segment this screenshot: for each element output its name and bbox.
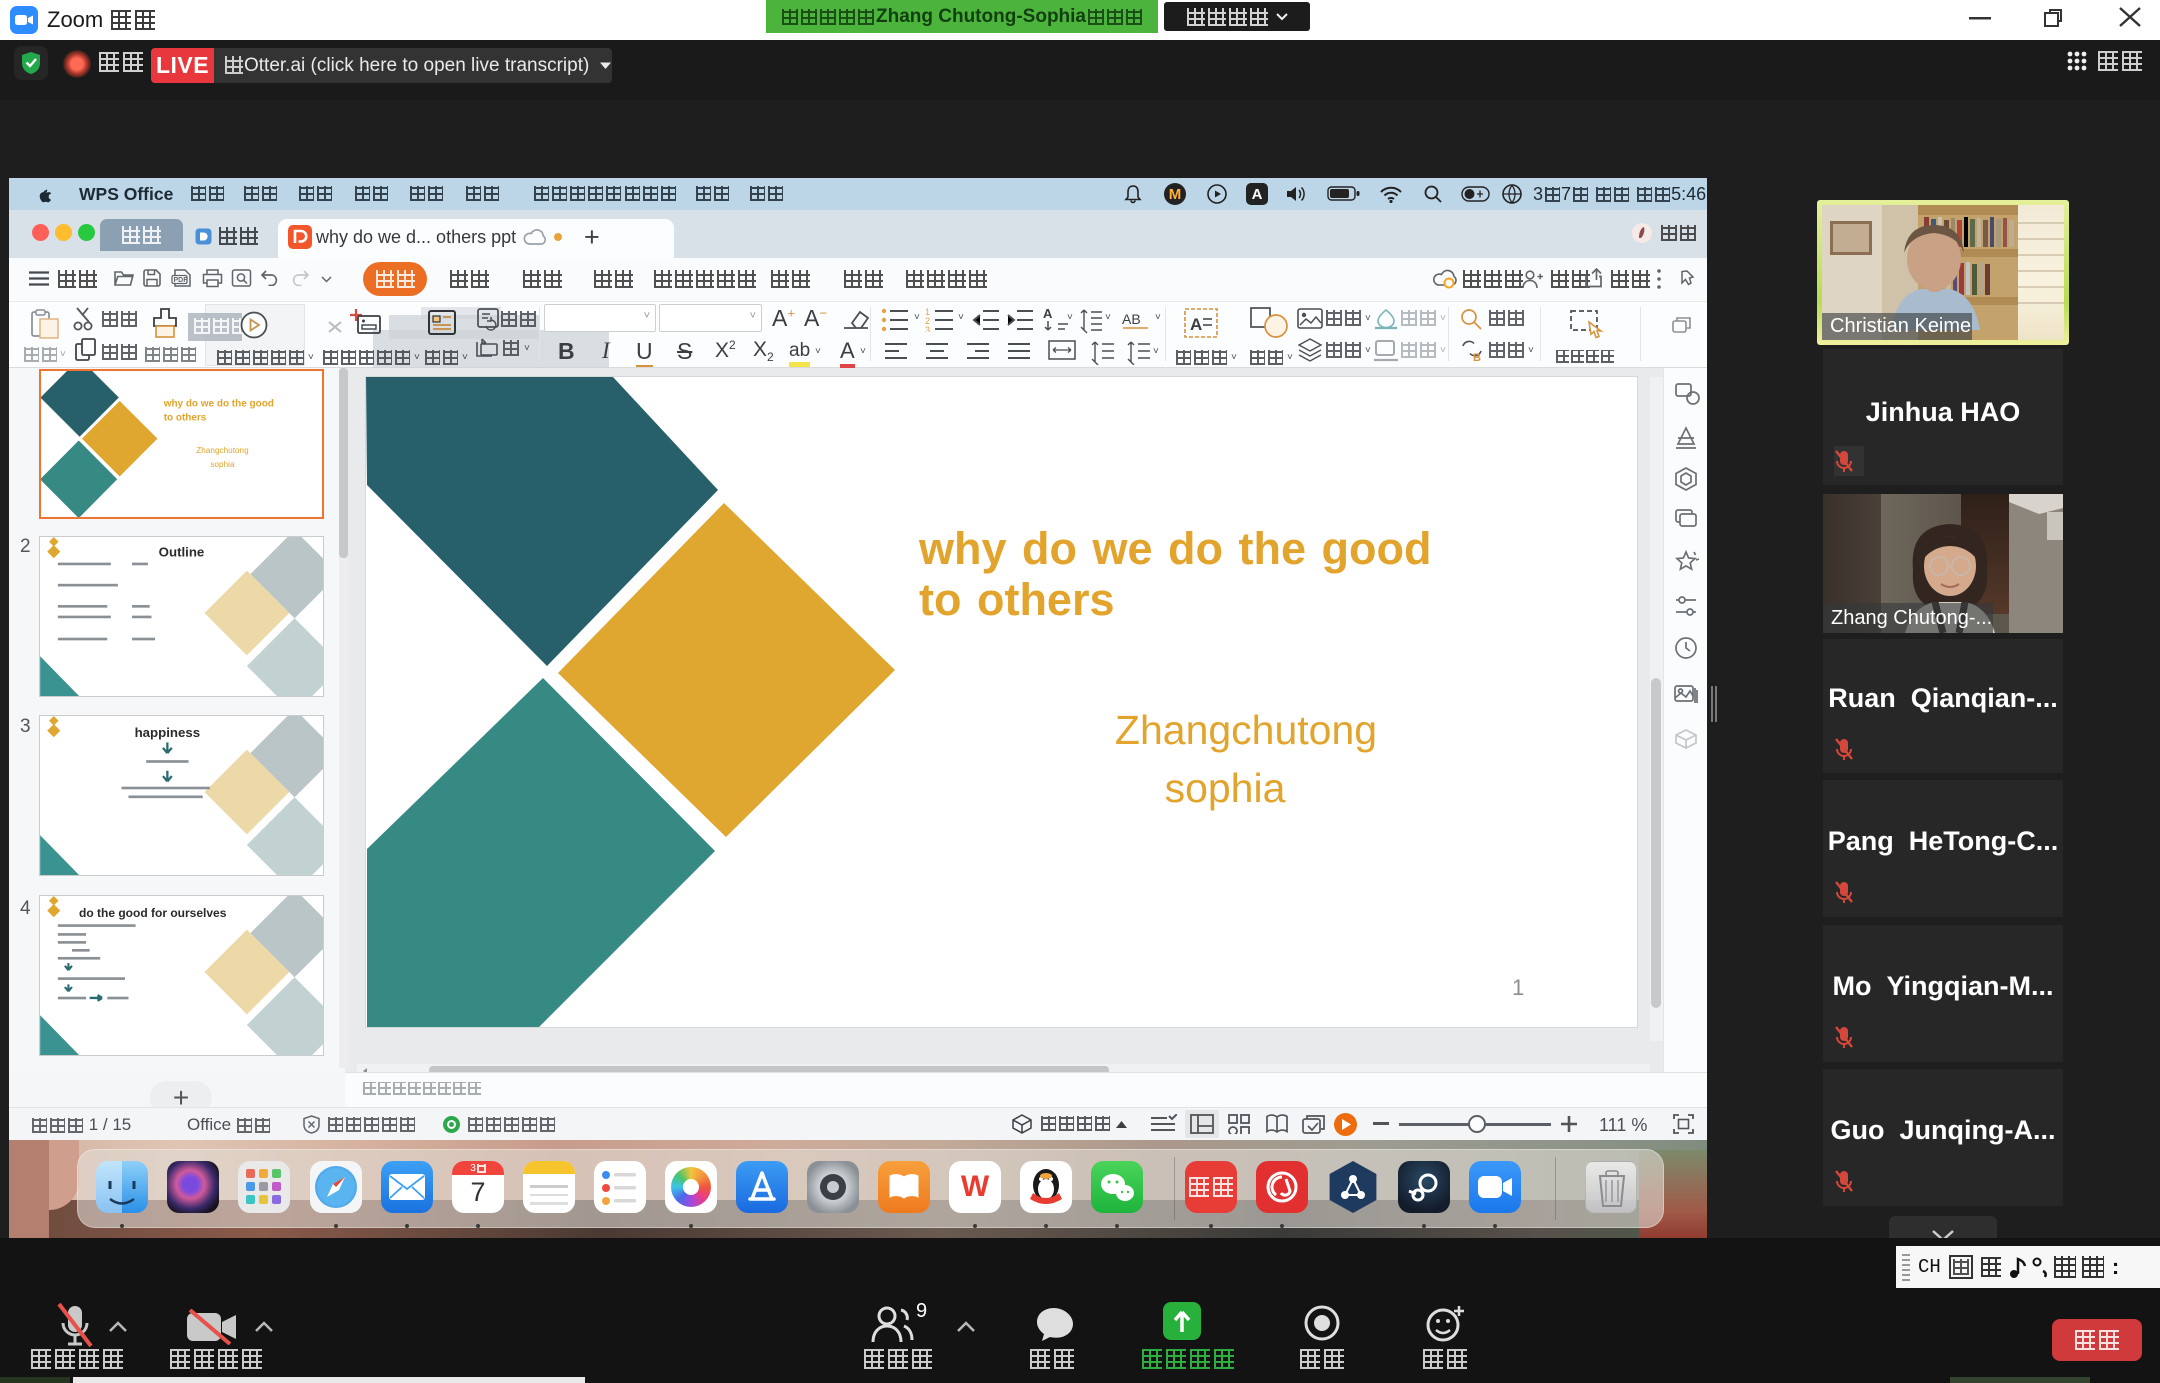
svg-text:sophia: sophia: [210, 460, 235, 469]
svg-text:3: 3: [925, 325, 930, 332]
svg-text:A: A: [1043, 306, 1053, 321]
svg-text:do the good for ourselves: do the good for ourselves: [79, 906, 227, 920]
svg-text:why do we do the good: why do we do the good: [163, 398, 274, 409]
svg-text:PDF: PDF: [174, 277, 189, 284]
svg-text:to others: to others: [164, 413, 207, 424]
svg-text:Outline: Outline: [159, 544, 205, 559]
svg-text:A: A: [1190, 315, 1202, 334]
svg-text:Zhangchutong: Zhangchutong: [196, 446, 249, 455]
svg-text:B: B: [1473, 352, 1481, 361]
svg-text:AB: AB: [1122, 311, 1141, 327]
svg-text:happiness: happiness: [135, 725, 201, 740]
